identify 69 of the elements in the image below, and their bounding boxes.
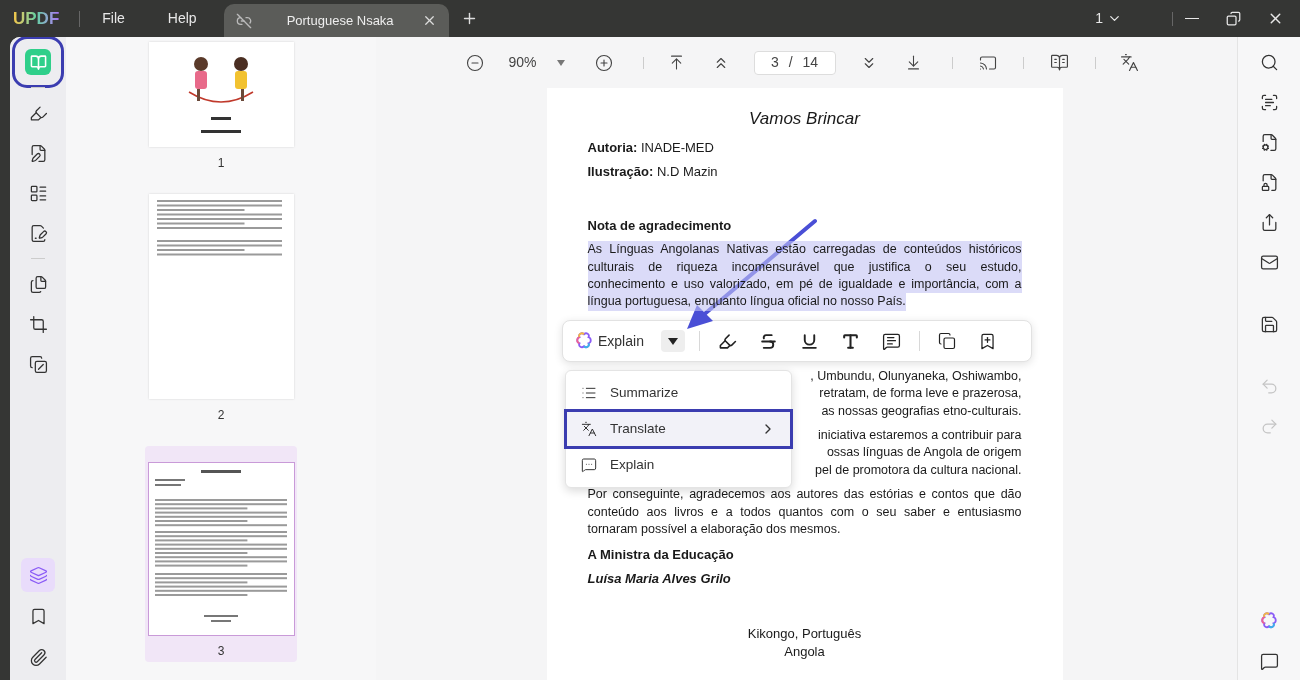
save-icon	[1259, 314, 1279, 334]
underline-icon	[799, 331, 819, 351]
translate-icon	[1119, 53, 1139, 72]
copy-icon	[937, 332, 956, 350]
presentation-icon	[978, 53, 997, 72]
document-title: Vamos Brincar	[748, 108, 862, 130]
menu-item[interactable]: Help	[167, 8, 197, 29]
caret-icon	[556, 59, 565, 66]
stack-icon	[28, 354, 48, 374]
dropdown-button[interactable]	[660, 330, 685, 352]
minimize-icon	[1185, 17, 1199, 20]
text-line: as nossas geografias etno-culturais.	[821, 402, 1022, 420]
footer-text: Angola	[784, 642, 825, 661]
account-dropdown[interactable]: 1	[1095, 8, 1122, 29]
page-thumbnail[interactable]: 3	[145, 446, 297, 662]
ai-explain-button[interactable]: Explain	[575, 330, 644, 352]
menu-item[interactable]: File	[102, 8, 125, 29]
comment-icon	[1259, 651, 1279, 671]
lock-icon	[1259, 172, 1279, 192]
comment-icon	[881, 331, 901, 351]
reading-mode-icon	[1049, 53, 1069, 72]
explain-icon	[581, 457, 597, 473]
restore-icon	[1226, 11, 1241, 26]
text-line: , Umbundu, Olunyaneka, Oshiwambo,	[810, 367, 1022, 385]
text-line: conteúdo aos livros e a todos quantos com o seu saber e entusiasmo	[587, 503, 1022, 521]
text-line: Por conseguinte, agradecemos aos autores das estórias e contos que dão	[587, 486, 1022, 504]
page-thumbnail[interactable]: 2	[145, 194, 297, 426]
search-icon	[1259, 52, 1279, 72]
layers-tool[interactable]	[21, 558, 55, 592]
document-tab[interactable]: Portuguese Nsaka	[223, 4, 449, 37]
paperclip-icon	[28, 647, 48, 667]
section-heading: Nota de agradecimento	[587, 216, 733, 235]
list-icon	[581, 385, 597, 401]
strikethrough-icon	[758, 331, 778, 351]
convert-icon	[1259, 132, 1279, 152]
form-icon	[28, 183, 48, 203]
document-meta: Autoria: INADE-MED	[587, 139, 715, 157]
layers-icon	[28, 565, 48, 585]
pages-icon	[28, 274, 48, 294]
signature-title: A Ministra da Educação	[587, 545, 735, 563]
text-line: retratam, de forma leve e prazerosa,	[819, 385, 1022, 403]
highlighter-icon	[717, 331, 737, 351]
caret-icon	[667, 337, 678, 345]
crop-icon	[28, 314, 48, 334]
footer-text: Kikongo, Português	[747, 625, 862, 643]
ai-logo-icon	[1260, 612, 1278, 630]
tab-title: Portuguese Nsaka	[286, 11, 394, 30]
page-thumbnail[interactable]: 1	[145, 42, 297, 174]
page-number: 1	[217, 155, 225, 172]
reader-icon	[29, 53, 47, 71]
zoom-out-icon	[466, 53, 485, 72]
page-number: 3	[217, 643, 225, 660]
zoom-in-icon	[594, 53, 613, 72]
menu-option[interactable]: Summarize	[566, 375, 791, 411]
page-field[interactable]: 3 / 14	[753, 50, 836, 75]
page-number: 2	[217, 407, 225, 424]
ocr-icon	[1259, 92, 1279, 112]
ai-logo-icon	[575, 332, 593, 350]
menu-option[interactable]: Translate	[566, 411, 791, 447]
text-line: iniciativa estaremos a contribuir para	[817, 427, 1022, 445]
translate-icon	[581, 421, 597, 437]
zoom-dropdown[interactable]: 90%	[508, 52, 565, 73]
unlink-icon	[235, 12, 252, 29]
document-meta: Ilustração: N.D Mazin	[587, 163, 719, 181]
signature-name: Luísa Maria Alves Grilo	[587, 569, 732, 588]
text-line: pel de promotora da cultura nacional.	[815, 461, 1022, 479]
text-line: ossas línguas de Angola de origem	[826, 444, 1022, 462]
text-line: tornaram possível a elaboração dos mesmos.	[587, 521, 842, 539]
menu-option[interactable]: Explain	[566, 447, 791, 483]
